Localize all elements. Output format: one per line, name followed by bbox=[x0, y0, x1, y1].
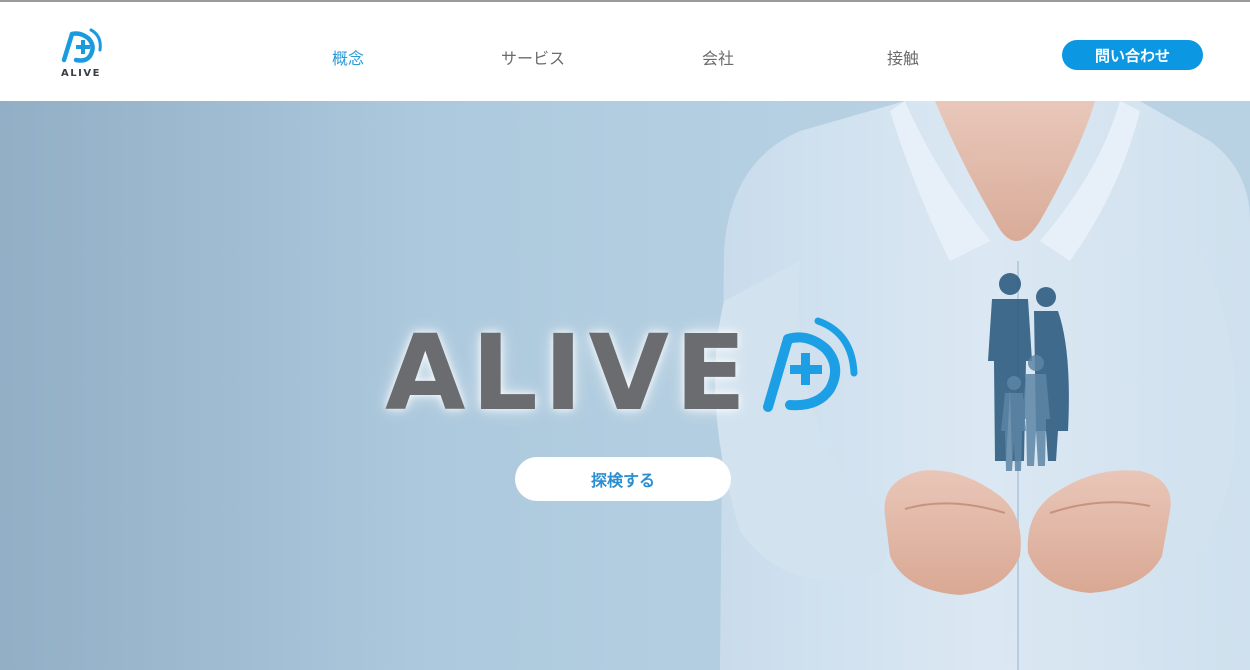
hero-section: ALIVE 探検する bbox=[0, 101, 1250, 670]
hero-brand: ALIVE bbox=[385, 315, 865, 425]
explore-button[interactable]: 探検する bbox=[515, 457, 731, 501]
site-header: ALIVE 概念 サービス 会社 接触 問い合わせ bbox=[0, 0, 1250, 101]
inquiry-button[interactable]: 問い合わせ bbox=[1062, 40, 1203, 70]
nav-item-services[interactable]: サービス bbox=[501, 45, 565, 69]
nav-item-contact[interactable]: 接触 bbox=[887, 45, 919, 69]
logo-text: ALIVE bbox=[61, 68, 101, 79]
nav-item-concept[interactable]: 概念 bbox=[332, 45, 364, 69]
nav-item-company[interactable]: 会社 bbox=[702, 45, 734, 69]
alive-plus-mark-icon bbox=[763, 317, 858, 412]
brand-wordmark: ALIVE bbox=[385, 312, 752, 434]
